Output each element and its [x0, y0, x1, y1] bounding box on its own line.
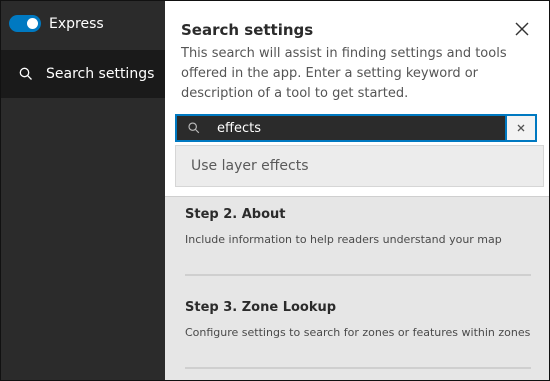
express-toggle-row[interactable]: Express [9, 15, 104, 32]
divider [185, 367, 531, 369]
toggle-knob [27, 18, 38, 29]
search-icon [188, 122, 200, 134]
close-icon[interactable] [513, 20, 531, 38]
search-box [175, 114, 537, 142]
step-title: Step 2. About [185, 207, 286, 222]
clear-icon [517, 124, 525, 132]
express-label: Express [49, 15, 104, 32]
popup-description: This search will assist in finding setti… [181, 46, 507, 101]
step-description: Include information to help readers unde… [185, 233, 502, 246]
sidebar-item-search-settings[interactable]: Search settings [1, 50, 165, 98]
popup-title: Search settings [181, 21, 314, 39]
step-zone-lookup[interactable]: Step 3. Zone Lookup Configure settings t… [185, 300, 531, 341]
sidebar: Express Search settings [1, 1, 165, 380]
express-toggle[interactable] [9, 15, 41, 32]
suggestions-list: Use layer effects [175, 145, 544, 187]
suggestion-item[interactable]: Use layer effects [176, 146, 543, 186]
step-title: Step 3. Zone Lookup [185, 300, 337, 315]
sidebar-item-label: Search settings [46, 66, 155, 82]
search-icon [19, 67, 32, 80]
step-about[interactable]: Step 2. About Include information to hel… [185, 207, 531, 248]
search-input[interactable] [217, 116, 505, 140]
search-settings-popup: Search settings This search will assist … [165, 1, 549, 197]
app-window: Express Search settings Step 2. About In… [0, 0, 550, 381]
clear-search-button[interactable] [505, 116, 535, 140]
divider [185, 274, 531, 276]
step-description: Configure settings to search for zones o… [185, 326, 531, 339]
